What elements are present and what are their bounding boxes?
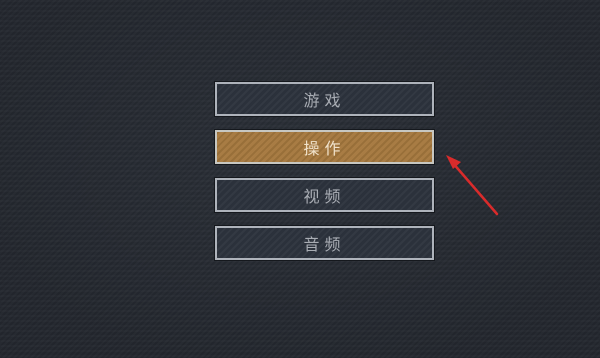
annotation-arrow-icon — [446, 155, 499, 216]
